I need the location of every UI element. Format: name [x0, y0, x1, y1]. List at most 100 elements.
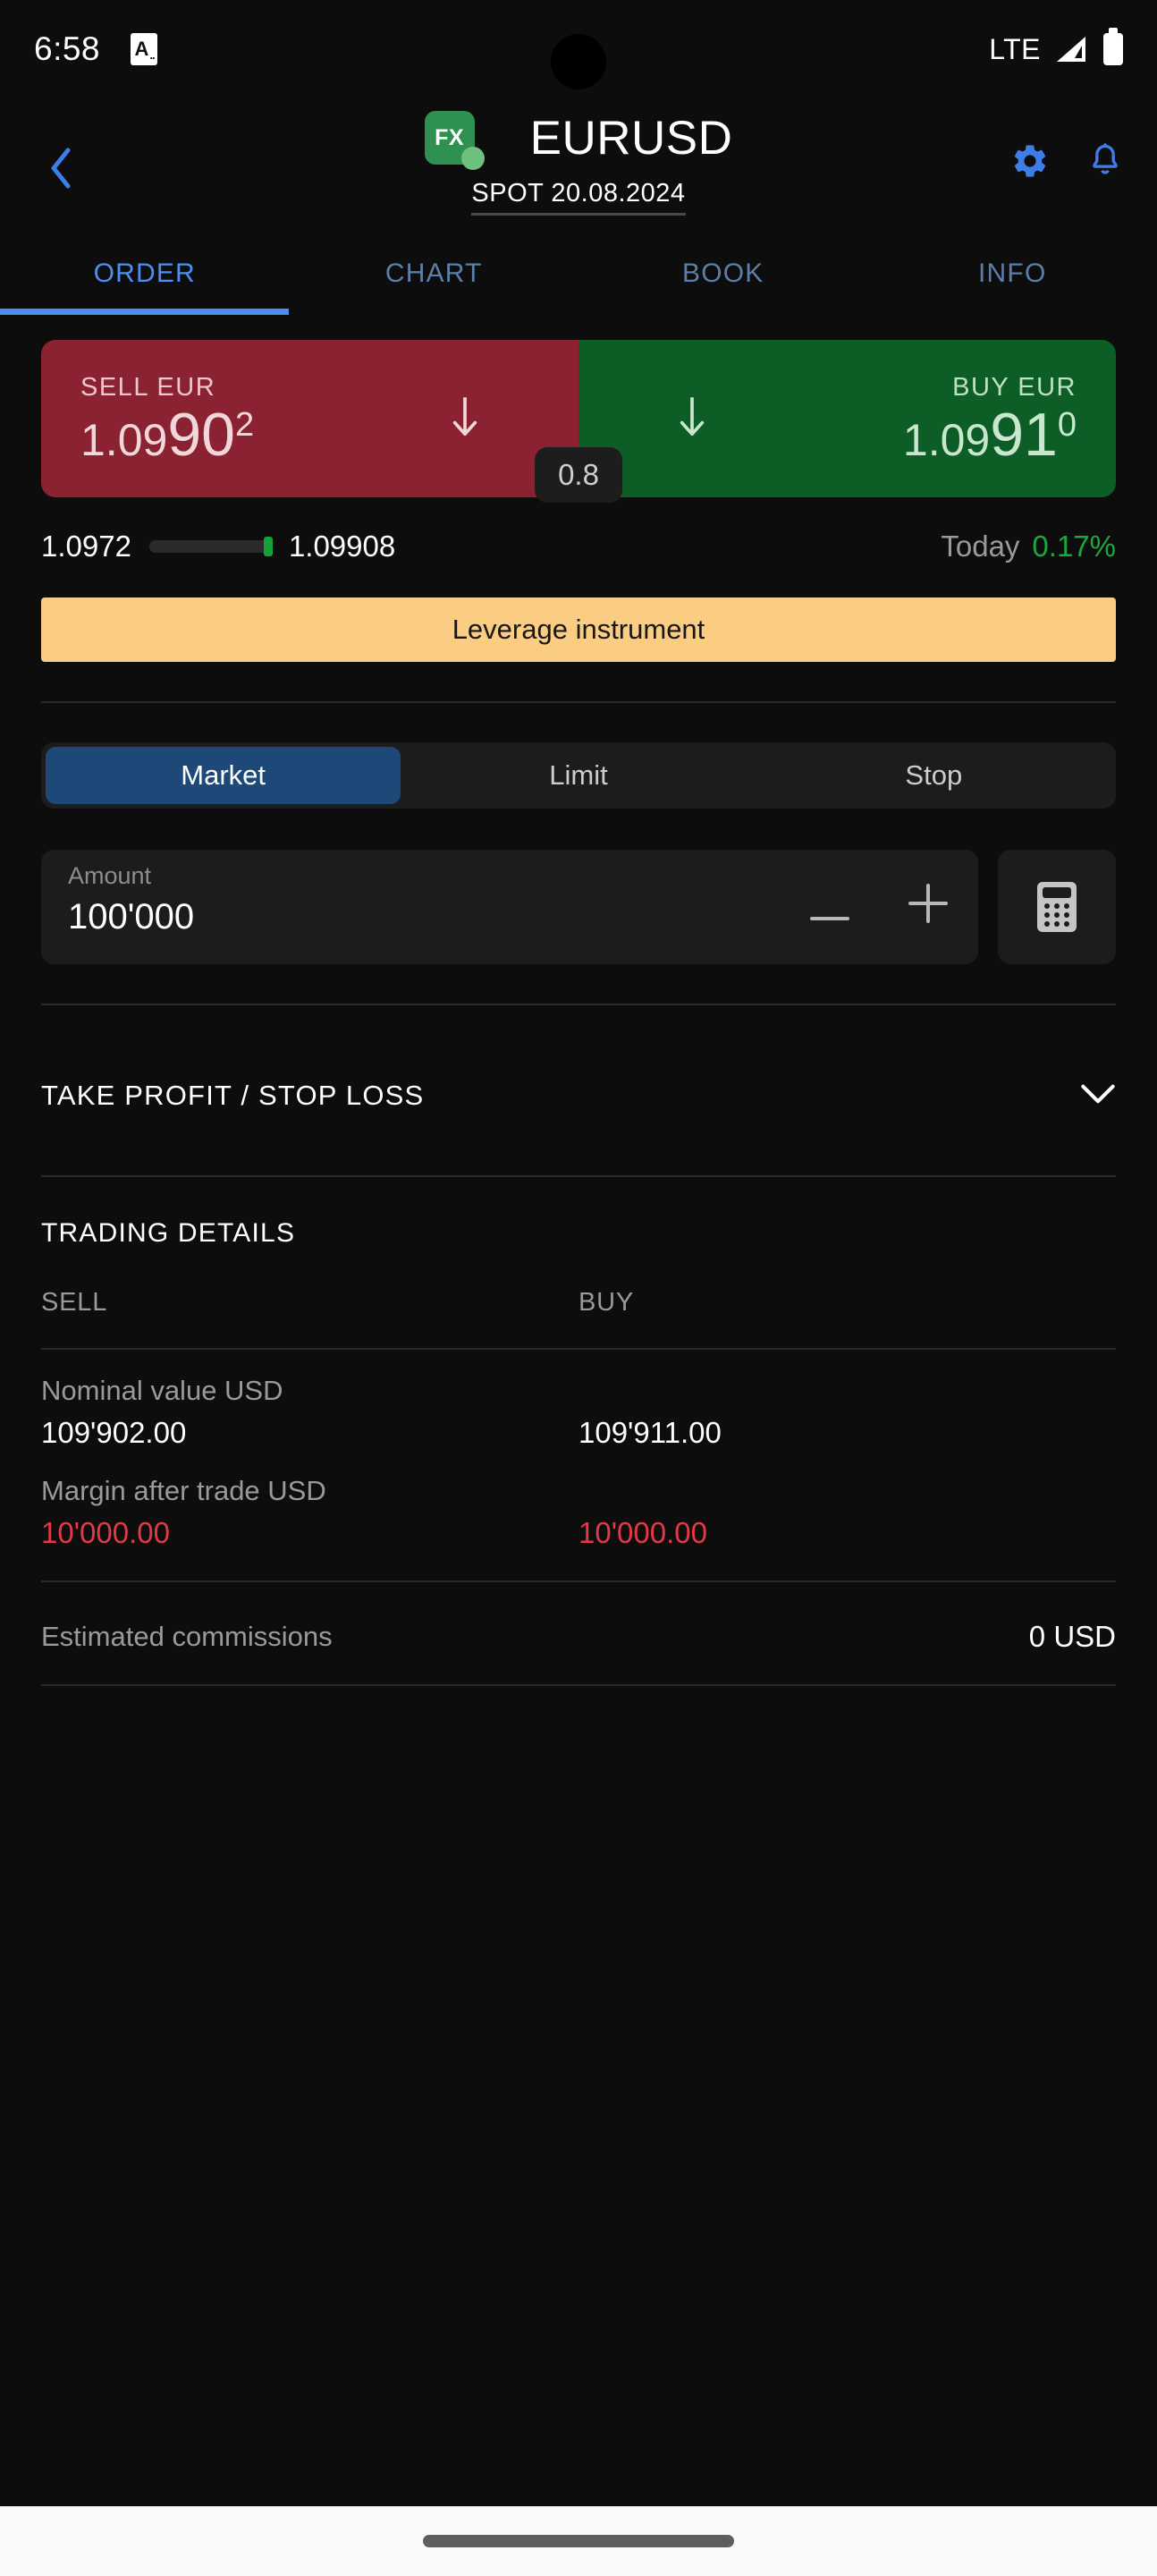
- app-notification-letter: A: [134, 38, 149, 60]
- divider-before-commissions: [41, 1580, 1116, 1582]
- take-profit-stop-loss-section[interactable]: TAKE PROFIT / STOP LOSS: [41, 1055, 1116, 1136]
- estimated-commissions-label: Estimated commissions: [41, 1621, 333, 1652]
- trading-details-header-rule: [41, 1348, 1116, 1350]
- nominal-value-sell: 109'902.00: [41, 1416, 187, 1449]
- chevron-down-icon: [1081, 1084, 1115, 1103]
- estimated-commissions-row: Estimated commissions 0 USD: [41, 1620, 1116, 1654]
- main-tabs: ORDER CHART BOOK INFO: [0, 233, 1157, 315]
- spread-badge: 0.8: [535, 447, 622, 503]
- today-change-value: 0.17%: [1032, 530, 1116, 563]
- app-notification-dots: ..: [149, 47, 155, 62]
- divider-after-banner: [41, 701, 1116, 703]
- buy-price-sup: 0: [1057, 405, 1077, 444]
- header-title-row: FX EURUSD: [424, 111, 733, 170]
- buy-trend-arrow-down-icon: [677, 394, 707, 445]
- instrument-type-badge-label: FX: [435, 124, 465, 150]
- instrument-subtitle: SPOT 20.08.2024: [471, 179, 686, 216]
- buy-price: 1.09 91 0: [903, 404, 1077, 465]
- day-range-bar: [148, 537, 273, 556]
- order-type-stop[interactable]: Stop: [756, 747, 1111, 804]
- table-row: Nominal value USD 109'902.00 109'911.00: [41, 1375, 1116, 1450]
- settings-button[interactable]: [1010, 141, 1050, 185]
- sell-price-sup: 2: [234, 405, 255, 444]
- table-row: Margin after trade USD 10'000.00 10'000.…: [41, 1475, 1116, 1550]
- order-type-segmented-control: Market Limit Stop: [41, 742, 1116, 809]
- amount-decrement-button[interactable]: [810, 883, 849, 931]
- day-range-marker: [263, 537, 273, 556]
- tab-chart[interactable]: CHART: [290, 233, 579, 315]
- sell-label: SELL EUR: [80, 372, 216, 402]
- today-change-group: Today 0.17%: [941, 530, 1116, 564]
- buy-price-small: 1.09: [902, 414, 991, 465]
- tab-order[interactable]: ORDER: [0, 233, 290, 315]
- battery-icon: [1103, 28, 1123, 65]
- bell-icon: [1093, 143, 1118, 174]
- network-type-label: LTE: [989, 32, 1041, 65]
- order-type-market[interactable]: Market: [46, 747, 401, 804]
- divider-after-commissions: [41, 1684, 1116, 1686]
- take-profit-stop-loss-label: TAKE PROFIT / STOP LOSS: [41, 1080, 425, 1111]
- app-header: FX EURUSD SPOT 20.08.2024: [0, 98, 1157, 233]
- camera-cutout: [551, 34, 606, 89]
- day-range-row: 1.0972 1.09908 Today 0.17%: [41, 530, 1116, 564]
- divider-after-amount: [41, 1004, 1116, 1005]
- nominal-value-label: Nominal value USD: [41, 1375, 283, 1406]
- amount-steppers: [810, 883, 948, 931]
- amount-label: Amount: [68, 862, 152, 889]
- leverage-instrument-banner[interactable]: Leverage instrument: [41, 597, 1116, 662]
- margin-after-trade-sell: 10'000.00: [41, 1516, 170, 1549]
- active-tab-indicator: [0, 309, 289, 315]
- sell-price-big: 90: [167, 400, 235, 469]
- amount-text-group: Amount 100'000: [68, 862, 194, 937]
- buy-price-big: 91: [990, 400, 1058, 469]
- nominal-value-values: 109'902.00 109'911.00: [41, 1416, 1116, 1450]
- margin-after-trade-buy: 10'000.00: [578, 1516, 707, 1549]
- trading-details-header: SELL BUY: [41, 1288, 1116, 1318]
- back-button[interactable]: [32, 140, 89, 197]
- calculator-button[interactable]: [998, 850, 1116, 964]
- margin-after-trade-label: Margin after trade USD: [41, 1475, 326, 1506]
- sell-price: 1.09 90 2: [80, 404, 254, 465]
- day-range-low: 1.0972: [41, 530, 131, 563]
- calculator-icon: [1037, 882, 1077, 932]
- sell-price-button[interactable]: SELL EUR 1.09 90 2: [41, 340, 578, 497]
- trading-details-col-buy: BUY: [578, 1288, 635, 1317]
- amount-input[interactable]: Amount 100'000: [41, 850, 978, 964]
- page-title: EURUSD: [529, 111, 733, 165]
- system-gesture-bar: [0, 2506, 1157, 2576]
- take-profit-stop-loss-expand-button[interactable]: [1080, 1083, 1116, 1109]
- app-notification-icon: A..: [131, 33, 158, 65]
- today-label: Today: [941, 530, 1020, 563]
- trading-details-title: TRADING DETAILS: [41, 1218, 296, 1248]
- estimated-commissions-value: 0 USD: [1028, 1620, 1116, 1653]
- margin-after-trade-values: 10'000.00 10'000.00: [41, 1516, 1116, 1550]
- gesture-handle[interactable]: [423, 2535, 734, 2547]
- trading-details-col-sell: SELL: [41, 1288, 108, 1317]
- instrument-type-badge: FX: [424, 111, 485, 170]
- order-type-limit[interactable]: Limit: [401, 747, 756, 804]
- buy-price-button[interactable]: BUY EUR 1.09 91 0: [578, 340, 1116, 497]
- sell-price-small: 1.09: [80, 414, 168, 465]
- header-actions: [1010, 141, 1125, 185]
- gear-icon: [1014, 145, 1046, 177]
- tab-book[interactable]: BOOK: [578, 233, 868, 315]
- signal-icon: [1055, 35, 1089, 64]
- day-range-high: 1.09908: [288, 530, 396, 563]
- alerts-button[interactable]: [1085, 141, 1125, 185]
- instrument-status-dot: [460, 147, 485, 170]
- price-quote-panel: SELL EUR 1.09 90 2 BUY EUR 1.09 91 0 0.8: [41, 340, 1116, 503]
- order-panel: SELL EUR 1.09 90 2 BUY EUR 1.09 91 0 0.8…: [0, 315, 1157, 2506]
- tab-info[interactable]: INFO: [868, 233, 1157, 315]
- buy-label: BUY EUR: [952, 372, 1077, 402]
- status-bar-time: 6:58: [34, 30, 101, 67]
- app-screen: 6:58 A.. LTE FX EURUSD SPOT 20.08.2024 O…: [0, 0, 1157, 2576]
- amount-increment-button[interactable]: [908, 883, 948, 931]
- header-center: FX EURUSD SPOT 20.08.2024: [0, 111, 1157, 216]
- chevron-left-icon: [51, 148, 71, 189]
- amount-value: 100'000: [68, 897, 195, 936]
- nominal-value-buy: 109'911.00: [578, 1416, 722, 1449]
- status-bar: 6:58 A.. LTE: [0, 0, 1157, 98]
- divider-after-tpsl: [41, 1175, 1116, 1177]
- amount-row: Amount 100'000: [41, 850, 1116, 964]
- sell-trend-arrow-down-icon: [450, 394, 480, 445]
